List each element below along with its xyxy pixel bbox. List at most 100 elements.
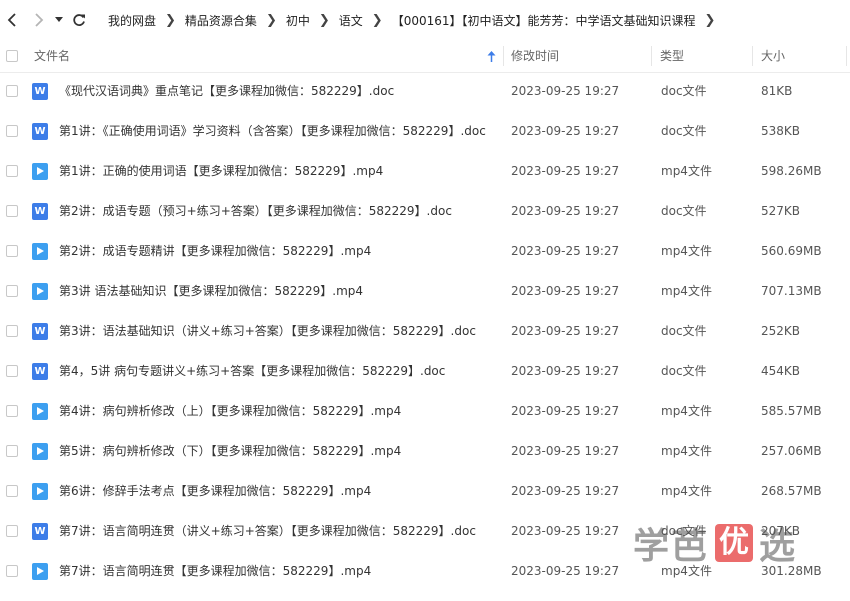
file-name[interactable]: 《现代汉语词典》重点笔记【更多课程加微信：582229】.doc <box>59 71 394 111</box>
row-checkbox[interactable] <box>6 405 18 417</box>
row-checkbox[interactable] <box>6 365 18 377</box>
file-type: doc文件 <box>661 204 707 218</box>
file-size: 538KB <box>761 124 801 138</box>
file-name[interactable]: 第3讲：语法基础知识（讲义+练习+答案）【更多课程加微信：582229】.doc <box>59 311 476 351</box>
column-divider[interactable] <box>503 46 504 66</box>
file-type: doc文件 <box>661 364 707 378</box>
file-name[interactable]: 第1讲：《正确使用词语》学习资料（含答案）【更多课程加微信：582229】.do… <box>59 111 486 151</box>
file-name[interactable]: 第4，5讲 病句专题讲义+练习+答案【更多课程加微信：582229】.doc <box>59 351 445 391</box>
file-row[interactable]: 第6讲：修辞手法考点【更多课程加微信：582229】.mp4 2023-09-25… <box>0 471 850 511</box>
file-size: 81KB <box>761 84 793 98</box>
file-row[interactable]: 第2讲：成语专题精讲【更多课程加微信：582229】.mp4 2023-09-25… <box>0 231 850 271</box>
file-modified-time: 2023-09-25 19:27 <box>511 244 620 258</box>
breadcrumb-separator-icon: ❯ <box>165 12 176 28</box>
video-play-icon <box>32 283 48 300</box>
file-row[interactable]: W 《现代汉语词典》重点笔记【更多课程加微信：582229】.doc 2023-09… <box>0 71 850 111</box>
file-size: 252KB <box>761 324 801 338</box>
row-checkbox[interactable] <box>6 285 18 297</box>
file-name[interactable]: 第2讲：成语专题（预习+练习+答案）【更多课程加微信：582229】.doc <box>59 191 452 231</box>
file-row[interactable]: 第3讲 语法基础知识【更多课程加微信：582229】.mp4 2023-09-25… <box>0 271 850 311</box>
row-checkbox[interactable] <box>6 325 18 337</box>
column-divider[interactable] <box>651 46 652 66</box>
column-header-modified[interactable]: 修改时间 <box>511 40 559 72</box>
file-name[interactable]: 第7讲：语言简明连贯（讲义+练习+答案）【更多课程加微信：582229】.doc <box>59 511 476 551</box>
breadcrumb-separator-icon: ❯ <box>371 12 383 28</box>
file-row[interactable]: W 第1讲：《正确使用词语》学习资料（含答案）【更多课程加微信：582229】.d… <box>0 111 850 151</box>
file-name[interactable]: 第4讲：病句辨析修改（上）【更多课程加微信：582229】.mp4 <box>59 391 401 431</box>
file-row[interactable]: W 第3讲：语法基础知识（讲义+练习+答案）【更多课程加微信：582229】.do… <box>0 311 850 351</box>
file-size: 598.26MB <box>761 164 822 178</box>
file-name[interactable]: 第2讲：成语专题精讲【更多课程加微信：582229】.mp4 <box>59 231 371 271</box>
file-modified-time: 2023-09-25 19:27 <box>511 84 620 98</box>
video-play-icon <box>32 243 48 260</box>
file-name[interactable]: 第3讲 语法基础知识【更多课程加微信：582229】.mp4 <box>59 271 363 311</box>
file-size: 707.13MB <box>761 284 822 298</box>
watermark-logo: 学芭 优 选 <box>633 518 813 568</box>
column-divider[interactable] <box>846 46 847 66</box>
file-type: mp4文件 <box>661 284 712 298</box>
select-all-checkbox[interactable] <box>6 50 18 62</box>
column-header-name[interactable]: 文件名 <box>34 40 70 72</box>
watermark-text: 学芭 <box>633 526 710 567</box>
file-row[interactable]: W 第4，5讲 病句专题讲义+练习+答案【更多课程加微信：582229】.doc 2… <box>0 351 850 391</box>
file-row[interactable]: W 第2讲：成语专题（预习+练习+答案）【更多课程加微信：582229】.doc 2… <box>0 191 850 231</box>
row-checkbox[interactable] <box>6 245 18 257</box>
file-modified-time: 2023-09-25 19:27 <box>511 284 620 298</box>
row-checkbox[interactable] <box>6 205 18 217</box>
column-header-type[interactable]: 类型 <box>660 40 684 72</box>
video-play-icon <box>32 403 48 420</box>
file-list-header: 文件名 修改时间 类型 大小 <box>0 40 850 73</box>
file-row[interactable]: 第1讲：正确的使用词语【更多课程加微信：582229】.mp4 2023-09-2… <box>0 151 850 191</box>
file-type: doc文件 <box>661 124 707 138</box>
row-checkbox[interactable] <box>6 125 18 137</box>
forward-button[interactable] <box>26 0 52 40</box>
file-modified-time: 2023-09-25 19:27 <box>511 444 620 458</box>
file-modified-time: 2023-09-25 19:27 <box>511 564 620 578</box>
word-doc-icon: W <box>32 203 48 220</box>
chevron-left-icon <box>7 13 16 27</box>
column-divider[interactable] <box>752 46 753 66</box>
breadcrumb: 我的网盘 ❯ 精品资源合集 ❯ 初中 ❯ 语文 ❯ 【000161】【初中语文】… <box>104 12 720 29</box>
row-checkbox[interactable] <box>6 85 18 97</box>
breadcrumb-separator-icon: ❯ <box>704 12 716 28</box>
file-name[interactable]: 第1讲：正确的使用词语【更多课程加微信：582229】.mp4 <box>59 151 383 191</box>
navigation-bar: 我的网盘 ❯ 精品资源合集 ❯ 初中 ❯ 语文 ❯ 【000161】【初中语文】… <box>0 0 850 40</box>
file-size: 560.69MB <box>761 244 822 258</box>
video-play-icon <box>32 563 48 580</box>
file-name[interactable]: 第5讲：病句辨析修改（下）【更多课程加微信：582229】.mp4 <box>59 431 401 471</box>
file-type: mp4文件 <box>661 444 712 458</box>
breadcrumb-item[interactable]: 初中 <box>282 12 314 29</box>
file-name[interactable]: 第7讲：语言简明连贯【更多课程加微信：582229】.mp4 <box>59 551 371 591</box>
file-size: 454KB <box>761 364 801 378</box>
refresh-button[interactable] <box>66 0 92 40</box>
back-button[interactable] <box>0 0 26 40</box>
breadcrumb-item[interactable]: 精品资源合集 <box>181 12 261 29</box>
row-checkbox[interactable] <box>6 565 18 577</box>
file-modified-time: 2023-09-25 19:27 <box>511 364 620 378</box>
file-modified-time: 2023-09-25 19:27 <box>511 484 620 498</box>
file-modified-time: 2023-09-25 19:27 <box>511 164 620 178</box>
file-size: 257.06MB <box>761 444 822 458</box>
watermark-badge: 优 <box>715 524 754 562</box>
chevron-right-icon <box>35 13 44 27</box>
file-row[interactable]: 第4讲：病句辨析修改（上）【更多课程加微信：582229】.mp4 2023-09… <box>0 391 850 431</box>
breadcrumb-item[interactable]: 语文 <box>335 12 367 29</box>
file-row[interactable]: 第5讲：病句辨析修改（下）【更多课程加微信：582229】.mp4 2023-09… <box>0 431 850 471</box>
row-checkbox[interactable] <box>6 165 18 177</box>
breadcrumb-item-current[interactable]: 【000161】【初中语文】能芳芳：中学语文基础知识课程 <box>388 12 700 29</box>
file-modified-time: 2023-09-25 19:27 <box>511 524 620 538</box>
video-play-icon <box>32 483 48 500</box>
breadcrumb-item[interactable]: 我的网盘 <box>104 12 160 29</box>
file-size: 585.57MB <box>761 404 822 418</box>
video-play-icon <box>32 163 48 180</box>
file-modified-time: 2023-09-25 19:27 <box>511 404 620 418</box>
file-modified-time: 2023-09-25 19:27 <box>511 204 620 218</box>
sort-ascending-icon[interactable] <box>487 51 496 62</box>
word-doc-icon: W <box>32 523 48 540</box>
column-header-size[interactable]: 大小 <box>761 40 785 72</box>
row-checkbox[interactable] <box>6 525 18 537</box>
row-checkbox[interactable] <box>6 485 18 497</box>
file-name[interactable]: 第6讲：修辞手法考点【更多课程加微信：582229】.mp4 <box>59 471 371 511</box>
row-checkbox[interactable] <box>6 445 18 457</box>
history-dropdown-button[interactable] <box>52 0 66 40</box>
